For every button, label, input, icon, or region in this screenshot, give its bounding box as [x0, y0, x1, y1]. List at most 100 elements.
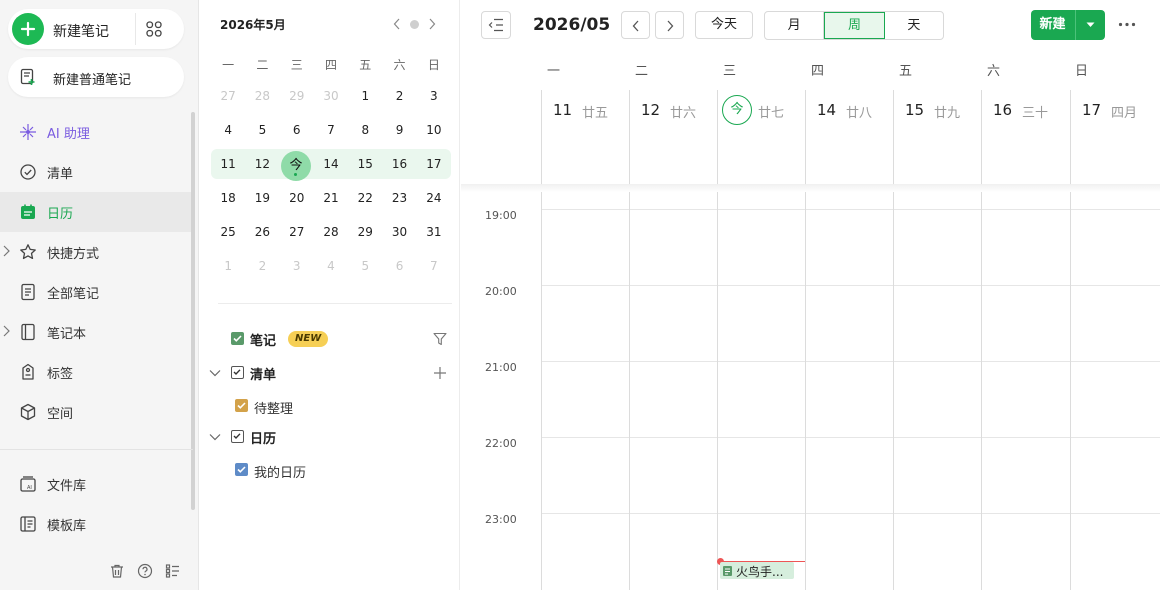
mini-calendar-day[interactable]: 7 — [314, 115, 348, 145]
mini-calendar-day[interactable]: 4 — [211, 115, 245, 145]
sidebar-item-template-library[interactable]: 模板库 — [0, 504, 193, 544]
mini-calendar-day[interactable]: 23 — [382, 183, 416, 213]
pending-checkbox[interactable] — [235, 399, 248, 412]
prev-month-icon[interactable] — [393, 18, 401, 30]
mini-calendar-day[interactable]: 19 — [245, 183, 279, 213]
mini-calendar-day[interactable]: 6 — [280, 115, 314, 145]
add-icon[interactable] — [433, 366, 447, 380]
chevron-down-icon[interactable] — [209, 433, 221, 441]
mini-calendar-day[interactable]: 25 — [211, 217, 245, 247]
today-button[interactable]: 今天 — [695, 11, 753, 39]
mini-calendar-day[interactable]: 26 — [245, 217, 279, 247]
trash-icon[interactable] — [109, 563, 125, 579]
my-calendar-checkbox[interactable] — [235, 463, 248, 476]
day-header[interactable]: 16 三十 — [981, 90, 1069, 185]
day-header[interactable]: 14 廿八 — [805, 90, 893, 185]
sidebar-item-label: 空间 — [47, 407, 74, 422]
mini-calendar-day[interactable]: 28 — [314, 217, 348, 247]
sidebar-item-ai-assistant[interactable]: AI 助理 — [0, 112, 193, 152]
mini-calendar-day[interactable]: 2 — [382, 81, 416, 111]
mini-calendar-day[interactable]: 30 — [382, 217, 416, 247]
day-header[interactable]: 15 廿九 — [893, 90, 981, 185]
mini-calendar-day[interactable]: 21 — [314, 183, 348, 213]
mini-calendar-day[interactable]: 10 — [417, 115, 451, 145]
time-grid[interactable] — [541, 192, 1160, 590]
mini-calendar-day[interactable]: 15 — [348, 149, 382, 179]
mini-calendar-day[interactable]: 1 — [348, 81, 382, 111]
day-header-today[interactable]: 今 廿七 — [717, 90, 805, 185]
view-week-tab[interactable]: 周 — [824, 12, 885, 39]
chevron-down-icon[interactable] — [209, 369, 221, 377]
new-plain-note-button[interactable]: 新建普通笔记 — [8, 57, 184, 97]
create-button[interactable]: 新建 — [1031, 10, 1105, 40]
sidebar-item-label: 标签 — [47, 367, 74, 382]
calendar-layer-checkbox[interactable] — [231, 430, 244, 443]
sidebar-item-calendar[interactable]: 日历 — [0, 192, 193, 232]
mini-calendar-day[interactable]: 4 — [314, 251, 348, 281]
hour-line — [541, 513, 1160, 514]
mini-calendar-day[interactable]: 3 — [280, 251, 314, 281]
mini-calendar-day[interactable]: 6 — [382, 251, 416, 281]
apps-grid-icon[interactable] — [145, 20, 163, 38]
mini-calendar-day[interactable]: 22 — [348, 183, 382, 213]
mini-calendar-day[interactable]: 2 — [245, 251, 279, 281]
prev-week-button[interactable] — [621, 11, 650, 39]
sidebar-item-tags[interactable]: 标签 — [0, 352, 193, 392]
help-icon[interactable] — [137, 563, 153, 579]
mini-calendar-day[interactable]: 8 — [348, 115, 382, 145]
day-header[interactable]: 17 四月 — [1070, 90, 1158, 185]
view-month-tab[interactable]: 月 — [765, 12, 825, 39]
current-month-dot[interactable] — [410, 20, 419, 29]
mini-calendar-day[interactable]: 1 — [211, 251, 245, 281]
weekday-label: 四 — [324, 58, 337, 72]
next-month-icon[interactable] — [428, 18, 436, 30]
day-header[interactable]: 11 廿五 — [541, 90, 629, 185]
mini-calendar-day[interactable]: 31 — [417, 217, 451, 247]
mini-calendar-day[interactable]: 5 — [245, 115, 279, 145]
weekday-label: 五 — [359, 58, 372, 72]
mini-calendar-day[interactable]: 29 — [280, 81, 314, 111]
mini-calendar-day[interactable]: 27 — [280, 217, 314, 247]
sidebar-item-notebooks[interactable]: 笔记本 — [0, 312, 193, 352]
sidebar-scrollbar[interactable] — [191, 112, 195, 510]
day-header[interactable]: 12 廿六 — [629, 90, 717, 185]
lists-checkbox[interactable] — [231, 366, 244, 379]
mini-calendar-day[interactable]: 29 — [348, 217, 382, 247]
mini-calendar-day[interactable]: 16 — [382, 149, 416, 179]
new-note-button[interactable]: 新建笔记 — [8, 9, 184, 49]
mini-calendar-day[interactable]: 30 — [314, 81, 348, 111]
mini-calendar-day[interactable]: 11 — [211, 149, 245, 179]
mini-calendar-day[interactable]: 7 — [417, 251, 451, 281]
next-week-button[interactable] — [655, 11, 684, 39]
sidebar-item-shortcuts[interactable]: 快捷方式 — [0, 232, 193, 272]
sidebar-item-label: 笔记本 — [47, 327, 87, 342]
calendar-event[interactable]: 火鸟手... — [720, 562, 794, 579]
create-dropdown[interactable] — [1075, 10, 1105, 40]
collapse-panel-button[interactable] — [481, 11, 511, 39]
chevron-right-icon[interactable] — [2, 245, 10, 257]
filter-icon[interactable] — [433, 332, 447, 346]
svg-text:AI: AI — [27, 485, 32, 491]
day-number: 17 — [1082, 101, 1102, 119]
mini-calendar-day[interactable]: 5 — [348, 251, 382, 281]
mini-calendar-day[interactable]: 17 — [417, 149, 451, 179]
sidebar-item-spaces[interactable]: 空间 — [0, 392, 193, 432]
task-list-icon[interactable] — [165, 563, 181, 579]
mini-calendar-day[interactable]: 3 — [417, 81, 451, 111]
mini-calendar-day[interactable]: 9 — [382, 115, 416, 145]
mini-calendar-today[interactable]: 今 — [281, 151, 311, 181]
notes-checkbox[interactable] — [231, 332, 244, 345]
sidebar-item-all-notes[interactable]: 全部笔记 — [0, 272, 193, 312]
more-icon[interactable] — [1118, 22, 1136, 27]
mini-calendar-day[interactable]: 28 — [245, 81, 279, 111]
sidebar-item-file-library[interactable]: AI 文件库 — [0, 464, 193, 504]
mini-calendar-day[interactable]: 14 — [314, 149, 348, 179]
mini-calendar-day[interactable]: 24 — [417, 183, 451, 213]
chevron-right-icon[interactable] — [2, 325, 10, 337]
mini-calendar-day[interactable]: 18 — [211, 183, 245, 213]
mini-calendar-day[interactable]: 27 — [211, 81, 245, 111]
mini-calendar-day[interactable]: 12 — [245, 149, 279, 179]
mini-calendar-day[interactable]: 20 — [280, 183, 314, 213]
sidebar-item-checklist[interactable]: 清单 — [0, 152, 193, 192]
view-day-tab[interactable]: 天 — [885, 12, 943, 39]
